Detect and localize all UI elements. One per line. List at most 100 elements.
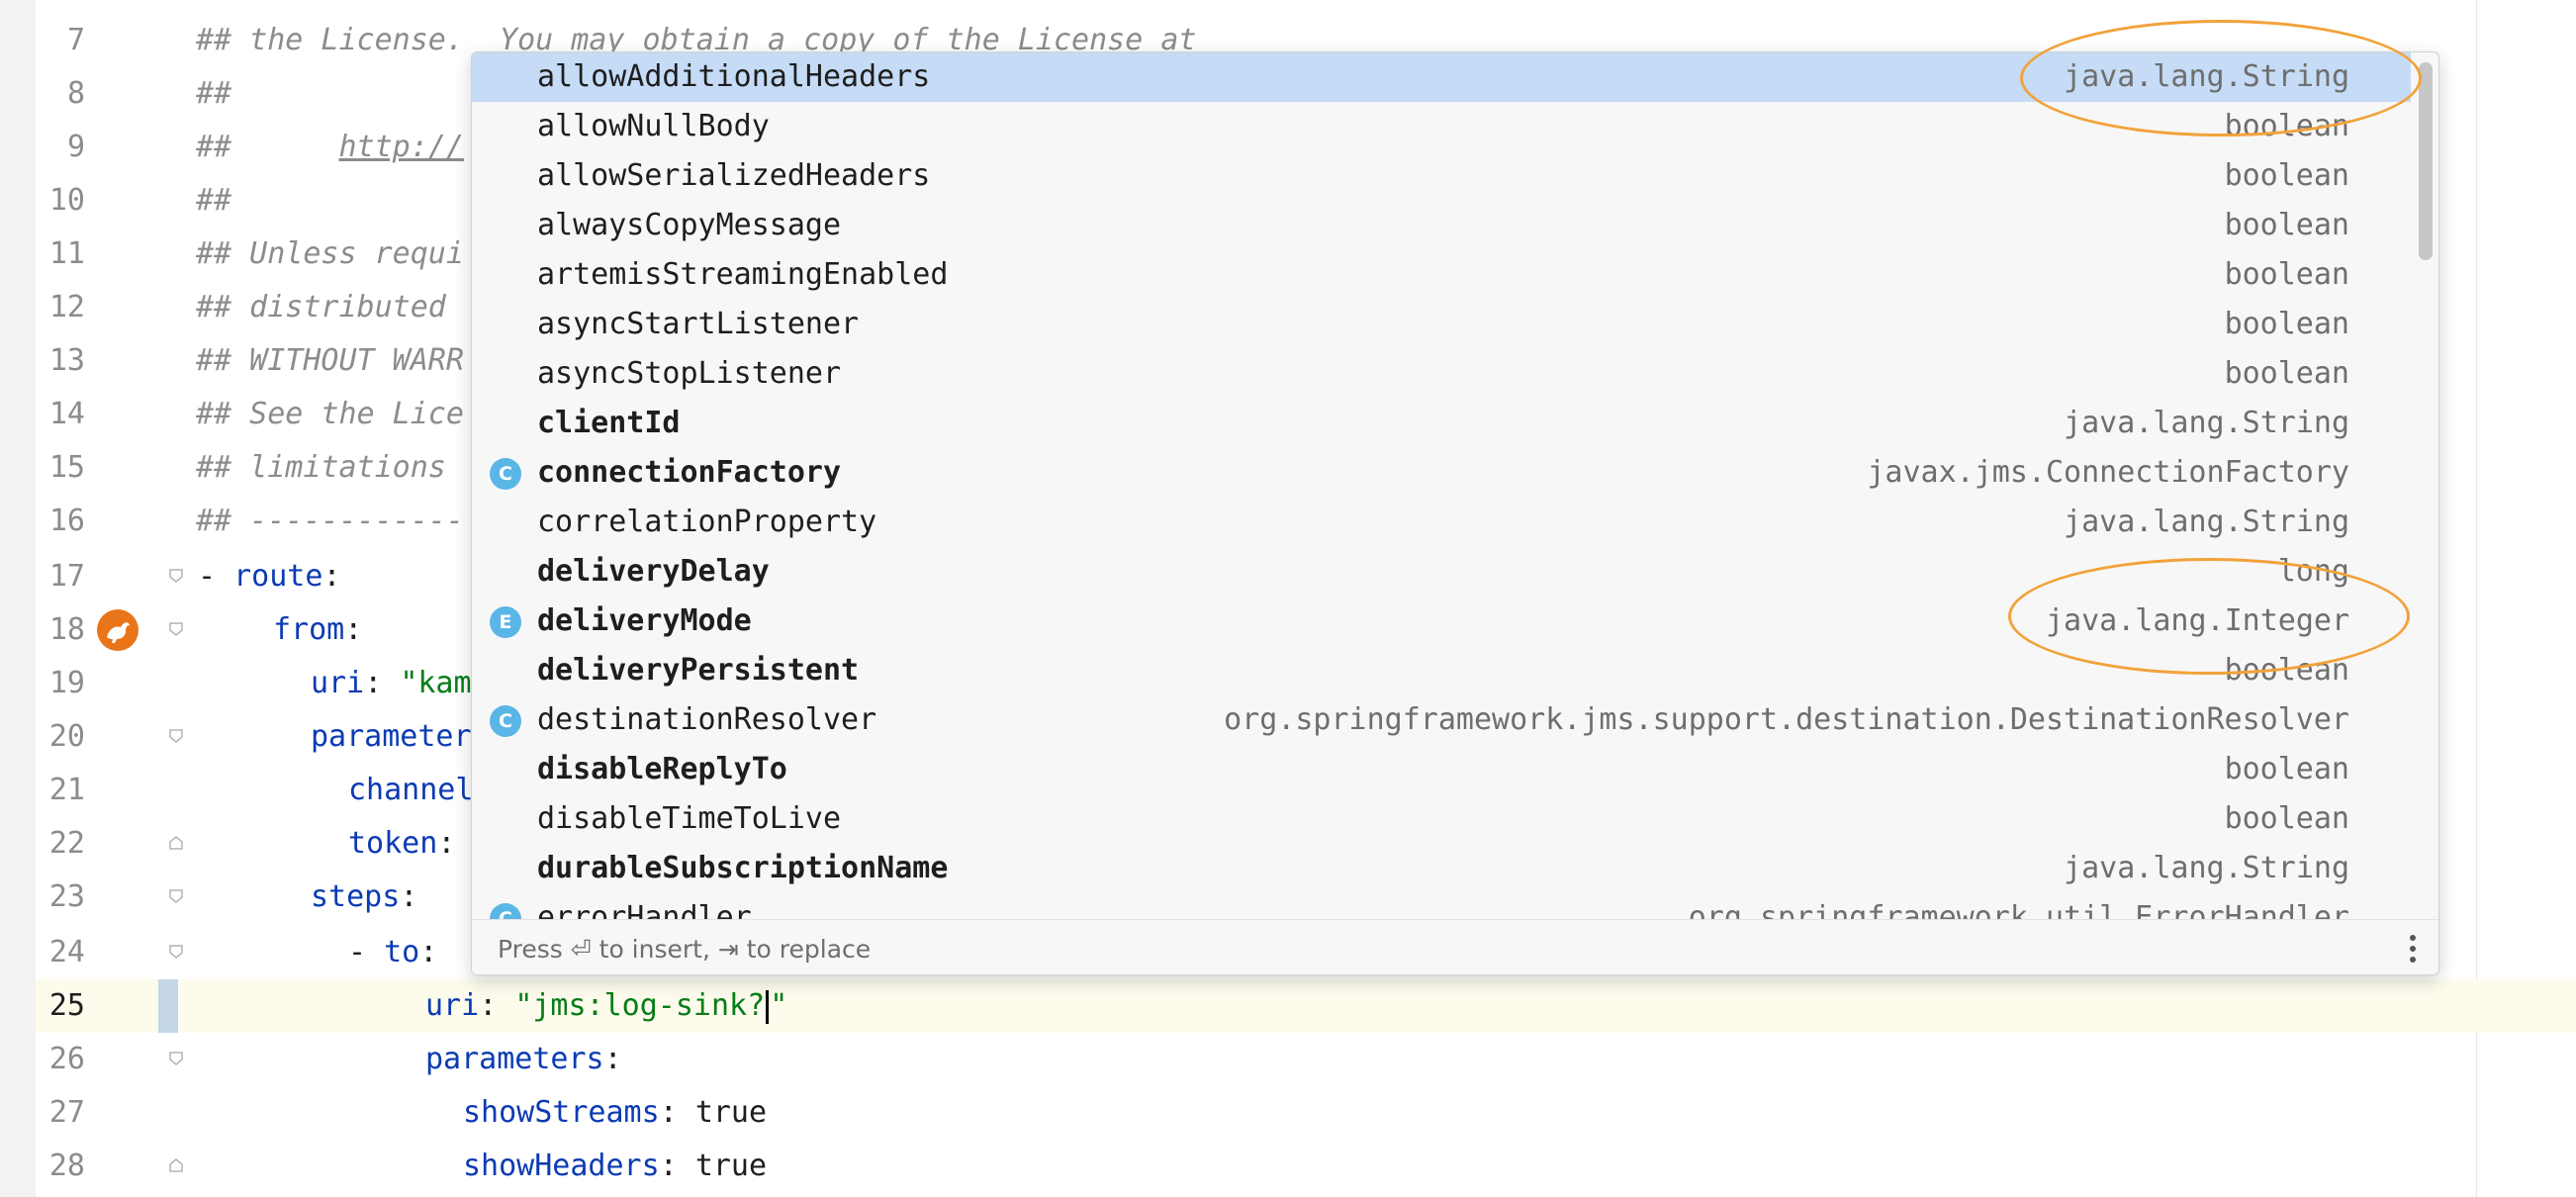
yaml-key: showStreams xyxy=(463,1095,660,1130)
fold-marker-icon[interactable] xyxy=(168,835,184,851)
more-options-icon[interactable] xyxy=(2407,932,2419,966)
yaml-key: uri xyxy=(311,666,365,700)
code-text[interactable]: ## distributed xyxy=(196,290,446,325)
code-text[interactable]: token: xyxy=(348,826,455,862)
comment-text: ## xyxy=(196,183,232,218)
yaml-key: token xyxy=(348,826,438,861)
completion-item-name: deliveryDelay xyxy=(537,554,770,589)
class-icon: C xyxy=(490,458,521,490)
completion-item-type: java.lang.String xyxy=(2064,505,2349,539)
fold-marker-icon[interactable] xyxy=(168,568,184,584)
comment-text: ## distributed xyxy=(196,290,446,324)
line-number: 26 xyxy=(48,1042,85,1076)
fold-marker-icon[interactable] xyxy=(168,944,184,960)
yaml-key: parameters xyxy=(425,1042,604,1076)
class-icon: C xyxy=(490,903,521,919)
code-text[interactable]: ## Unless requi xyxy=(196,236,464,272)
completion-item[interactable]: clientId java.lang.String xyxy=(472,399,2411,448)
yaml-colon: : xyxy=(344,612,363,647)
fold-marker-icon[interactable] xyxy=(168,621,184,637)
yaml-dash: - xyxy=(348,935,385,969)
code-text[interactable]: ## ------------ xyxy=(196,504,464,539)
line-number: 12 xyxy=(48,290,85,324)
completion-item-type: java.lang.String xyxy=(2064,59,2349,94)
code-text[interactable]: ## See the Lice xyxy=(196,397,464,432)
completion-item[interactable]: durableSubscriptionName java.lang.String xyxy=(472,844,2411,893)
yaml-key: from xyxy=(273,612,345,647)
completion-item[interactable]: disableTimeToLive boolean xyxy=(472,794,2411,844)
code-text[interactable]: steps: xyxy=(311,879,417,915)
code-text[interactable]: ## xyxy=(196,183,231,219)
yaml-colon: : xyxy=(659,1149,695,1183)
completion-item[interactable]: CerrorHandler org.springframework.util.Er… xyxy=(472,893,2411,919)
completion-item[interactable]: asyncStopListener boolean xyxy=(472,349,2411,399)
completion-item-type: boolean xyxy=(2224,752,2349,786)
yaml-key: channel xyxy=(348,773,474,807)
code-line[interactable]: 27 showStreams: true xyxy=(36,1086,2576,1140)
completion-item[interactable]: CdestinationResolver org.springframework.… xyxy=(472,695,2411,745)
completion-item-type: org.springframework.jms.support.destinat… xyxy=(1224,702,2349,737)
code-text[interactable]: ## http:// xyxy=(196,130,464,165)
comment-text: ## WITHOUT WARR xyxy=(196,343,464,378)
completion-item[interactable]: allowSerializedHeaders boolean xyxy=(472,151,2411,201)
completion-item-name: allowSerializedHeaders xyxy=(537,158,931,193)
completion-item[interactable]: CconnectionFactory javax.jms.ConnectionFa… xyxy=(472,448,2411,498)
code-text[interactable]: - to: xyxy=(348,935,437,970)
completion-item[interactable]: deliveryPersistent boolean xyxy=(472,646,2411,695)
completion-item[interactable]: deliveryDelay long xyxy=(472,547,2411,597)
code-completion-popup[interactable]: allowAdditionalHeaders java.lang.String al… xyxy=(471,51,2439,975)
code-text[interactable]: showHeaders: true xyxy=(463,1149,767,1184)
camel-route-icon[interactable] xyxy=(97,609,138,651)
code-text[interactable]: ## xyxy=(196,76,231,112)
completion-item[interactable]: correlationProperty java.lang.String xyxy=(472,498,2411,547)
code-text[interactable]: parameter xyxy=(311,719,472,755)
fold-marker-icon[interactable] xyxy=(168,1051,184,1066)
completion-item[interactable]: artemisStreamingEnabled boolean xyxy=(472,250,2411,300)
line-number: 25 xyxy=(48,988,85,1023)
completion-item-name: asyncStartListener xyxy=(537,307,860,341)
completion-item-type: java.lang.Integer xyxy=(2045,603,2349,638)
line-number: 18 xyxy=(48,612,85,647)
completion-item[interactable]: allowNullBody boolean xyxy=(472,102,2411,151)
comment-text: ## limitations xyxy=(196,450,446,485)
completion-scrollbar[interactable] xyxy=(2411,52,2438,919)
line-number: 24 xyxy=(48,935,85,969)
code-text[interactable]: uri: "jms:log-sink? " xyxy=(425,988,787,1024)
comment-link: http:// xyxy=(338,130,464,164)
completion-item-type: boolean xyxy=(2224,801,2349,836)
completion-list[interactable]: allowAdditionalHeaders java.lang.String al… xyxy=(472,52,2411,919)
scrollbar-thumb[interactable] xyxy=(2419,62,2433,260)
code-text[interactable]: uri: "kam xyxy=(311,666,472,701)
completion-item[interactable]: allowAdditionalHeaders java.lang.String xyxy=(472,52,2411,102)
code-line[interactable]: 26 parameters: xyxy=(36,1033,2576,1086)
code-text[interactable]: from: xyxy=(273,612,362,648)
code-text[interactable]: channel xyxy=(348,773,473,808)
completion-item[interactable]: disableReplyTo boolean xyxy=(472,745,2411,794)
completion-item[interactable]: EdeliveryMode java.lang.Integer xyxy=(472,597,2411,646)
line-number: 23 xyxy=(48,879,85,914)
comment-text: ## xyxy=(196,130,339,164)
code-line[interactable]: 25 uri: "jms:log-sink? " xyxy=(36,979,2576,1033)
completion-item-type: org.springframework.util.ErrorHandler xyxy=(1688,900,2349,919)
fold-marker-icon[interactable] xyxy=(168,1157,184,1173)
code-text[interactable]: ## limitations xyxy=(196,450,446,486)
completion-item-name: clientId xyxy=(537,406,681,440)
code-text[interactable]: showStreams: true xyxy=(463,1095,767,1131)
completion-item-type: boolean xyxy=(2224,158,2349,193)
yaml-value: true xyxy=(694,1149,768,1183)
completion-item-type: java.lang.String xyxy=(2064,406,2349,440)
completion-item[interactable]: asyncStartListener boolean xyxy=(472,300,2411,349)
line-number: 27 xyxy=(48,1095,85,1130)
code-line[interactable]: 28 showHeaders: true xyxy=(36,1140,2576,1193)
completion-item[interactable]: alwaysCopyMessage boolean xyxy=(472,201,2411,250)
line-bookmark-marker xyxy=(158,979,178,1033)
code-text[interactable]: - route: xyxy=(198,559,341,595)
yaml-colon: : xyxy=(479,988,515,1023)
code-text[interactable]: ## WITHOUT WARR xyxy=(196,343,464,379)
fold-marker-icon[interactable] xyxy=(168,888,184,904)
fold-marker-icon[interactable] xyxy=(168,728,184,744)
line-number: 13 xyxy=(48,343,85,378)
yaml-string: "kam xyxy=(400,666,472,700)
line-number: 22 xyxy=(48,826,85,861)
code-text[interactable]: parameters: xyxy=(425,1042,622,1077)
